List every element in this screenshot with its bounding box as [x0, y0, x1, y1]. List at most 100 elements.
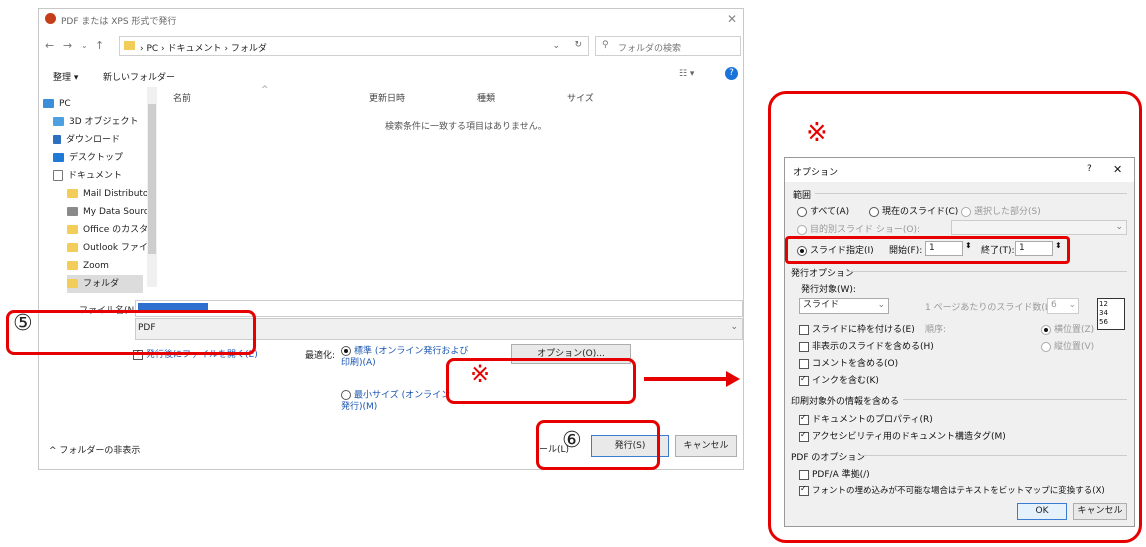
chevron-down-icon: ⌄	[1068, 300, 1076, 310]
note-marker-options: ※	[806, 118, 828, 148]
sidebar-item-downloads[interactable]: ダウンロード	[53, 131, 120, 149]
optimize-label: 最適化:	[305, 351, 336, 361]
up-icon[interactable]: ↑	[95, 39, 104, 52]
forward-icon[interactable]: →	[63, 39, 72, 52]
bitmap-text-checkbox[interactable]: フォントの埋め込みが不可能な場合はテキストをビットマップに変換する(X)	[799, 484, 1105, 496]
new-folder-button[interactable]: 新しいフォルダー	[103, 70, 175, 83]
sidebar-scroll-thumb[interactable]	[148, 104, 156, 254]
custom-show-radio[interactable]: 目的別スライド ショー(O):	[797, 222, 920, 235]
cancel-button[interactable]: キャンセル	[675, 435, 737, 457]
checkbox-icon	[799, 469, 809, 480]
help-button[interactable]: ?	[1087, 164, 1092, 174]
step6-highlight	[536, 420, 660, 470]
recent-dropdown-icon[interactable]: ⌄	[81, 41, 88, 50]
chevron-down-icon: ⌄	[877, 300, 885, 310]
slides-per-page-select[interactable]: 6 ⌄	[1047, 298, 1079, 314]
slides-per-page-label: 1 ページあたりのスライド数(L):	[925, 303, 1057, 313]
publish-dialog: PDF または XPS 形式で発行 ✕ ← → ⌄ ↑ › PC › ドキュメン…	[38, 8, 744, 470]
search-input[interactable]: ⚲ フォルダの検索	[595, 36, 741, 56]
sidebar-item-pc[interactable]: PC	[43, 95, 71, 113]
dialog-title: PDF または XPS 形式で発行	[61, 17, 177, 27]
datasource-icon	[67, 207, 78, 216]
address-bar[interactable]: › PC › ドキュメント › フォルダ ⌄ ↻	[119, 36, 589, 56]
sidebar-item-folder[interactable]: フォルダ	[67, 275, 143, 293]
custom-show-select[interactable]: ⌄	[951, 220, 1127, 235]
sort-arrow-icon: ^	[261, 85, 269, 95]
ok-button[interactable]: OK	[1017, 503, 1067, 520]
order-label: 順序:	[925, 325, 947, 335]
checkbox-icon	[799, 430, 809, 442]
options-titlebar: オプション ? ✕	[785, 158, 1134, 182]
breadcrumb: › PC › ドキュメント › フォルダ	[140, 44, 267, 54]
sidebar-item-outlook[interactable]: Outlook ファイル	[67, 239, 157, 257]
options-cancel-button[interactable]: キャンセル	[1073, 503, 1127, 520]
step5-marker: ⑤	[13, 311, 33, 336]
powerpoint-icon	[45, 13, 56, 24]
horizontal-radio[interactable]: 横位置(Z)	[1041, 322, 1094, 335]
navigation-pane: PC 3D オブジェクト ダウンロード デスクトップ ドキュメント Mail D…	[39, 87, 157, 293]
doc-props-checkbox[interactable]: ドキュメントのプロパティ(R)	[799, 412, 933, 425]
navigation-bar: ← → ⌄ ↑ › PC › ドキュメント › フォルダ ⌄ ↻ ⚲ フォルダの…	[39, 34, 743, 60]
pdfa-checkbox[interactable]: PDF/A 準拠(/)	[799, 467, 870, 480]
sidebar-item-zoom[interactable]: Zoom	[67, 257, 109, 275]
options-dialog: オプション ? ✕ 範囲 すべて(A) 現在のスライド(C) 選択した部分(S)…	[784, 157, 1135, 527]
sidebar-item-3d-objects[interactable]: 3D オブジェクト	[53, 113, 139, 131]
sidebar-item-datasource[interactable]: My Data Sourc	[67, 203, 149, 221]
breadcrumb-documents[interactable]: ドキュメント	[168, 44, 222, 54]
radio-icon	[797, 206, 807, 217]
ink-checkbox[interactable]: インクを含む(K)	[799, 373, 879, 386]
divider	[847, 271, 1127, 272]
publish-options-header: 発行オプション	[791, 269, 855, 279]
hide-folders-toggle[interactable]: ^ フォルダーの非表示	[49, 443, 140, 456]
search-icon: ⚲	[602, 40, 609, 50]
title-bar: PDF または XPS 形式で発行 ✕	[39, 9, 743, 31]
organize-button[interactable]: 整理 ▾	[53, 70, 78, 83]
range-header: 範囲	[793, 191, 812, 201]
document-icon	[53, 170, 63, 181]
radio-icon	[341, 390, 351, 400]
selection-radio[interactable]: 選択した部分(S)	[961, 204, 1041, 217]
radio-icon	[341, 346, 351, 356]
column-modified[interactable]: 更新日時	[369, 91, 405, 104]
comments-checkbox[interactable]: コメントを含める(O)	[799, 356, 898, 369]
hidden-slides-checkbox[interactable]: 非表示のスライドを含める(H)	[799, 339, 934, 352]
note-marker: ※	[470, 360, 491, 388]
sidebar-item-documents[interactable]: ドキュメント	[53, 167, 122, 185]
vertical-radio[interactable]: 縦位置(V)	[1041, 339, 1094, 352]
column-name[interactable]: 名前	[173, 91, 191, 104]
breadcrumb-folder[interactable]: フォルダ	[231, 44, 267, 54]
search-placeholder: フォルダの検索	[618, 44, 682, 54]
close-icon[interactable]: ✕	[1113, 163, 1122, 176]
checkbox-icon	[799, 358, 809, 369]
view-options-icon[interactable]: ☷ ▾	[679, 69, 694, 79]
breadcrumb-pc[interactable]: PC	[146, 44, 158, 54]
optimize-minimum-radio[interactable]: 最小サイズ (オンライン発行)(M)	[341, 390, 451, 413]
frame-slides-checkbox[interactable]: スライドに枠を付ける(E)	[799, 322, 915, 335]
publish-what-select[interactable]: スライド ⌄	[799, 298, 889, 314]
radio-icon	[869, 206, 879, 217]
column-type[interactable]: 種類	[477, 91, 495, 104]
divider	[861, 455, 1127, 456]
chevron-down-icon[interactable]: ⌄	[552, 41, 560, 51]
column-size[interactable]: サイズ	[567, 91, 594, 104]
toolbar: 整理 ▾ 新しいフォルダー ☷ ▾ ?	[39, 65, 743, 87]
sidebar-item-mail[interactable]: Mail Distributo	[67, 185, 148, 203]
sidebar-item-desktop[interactable]: デスクトップ	[53, 149, 123, 167]
all-radio[interactable]: すべて(A)	[797, 204, 849, 217]
folder-icon	[67, 279, 78, 288]
step5-highlight	[6, 310, 256, 355]
download-icon	[53, 135, 61, 144]
checkbox-icon	[799, 484, 809, 496]
arrow-head-icon	[726, 371, 740, 387]
current-slide-radio[interactable]: 現在のスライド(C)	[869, 204, 958, 217]
help-icon[interactable]: ?	[725, 67, 738, 80]
chevron-down-icon: ⌄	[730, 322, 738, 332]
divider	[815, 193, 1127, 194]
accessibility-tags-checkbox[interactable]: アクセシビリティ用のドキュメント構造タグ(M)	[799, 429, 1006, 442]
back-icon[interactable]: ←	[45, 39, 54, 52]
folder-icon	[67, 225, 78, 234]
sidebar-item-office[interactable]: Office のカスタム	[67, 221, 157, 239]
arrow-line	[644, 377, 728, 381]
close-icon[interactable]: ✕	[727, 12, 737, 26]
refresh-icon[interactable]: ↻	[574, 40, 582, 50]
